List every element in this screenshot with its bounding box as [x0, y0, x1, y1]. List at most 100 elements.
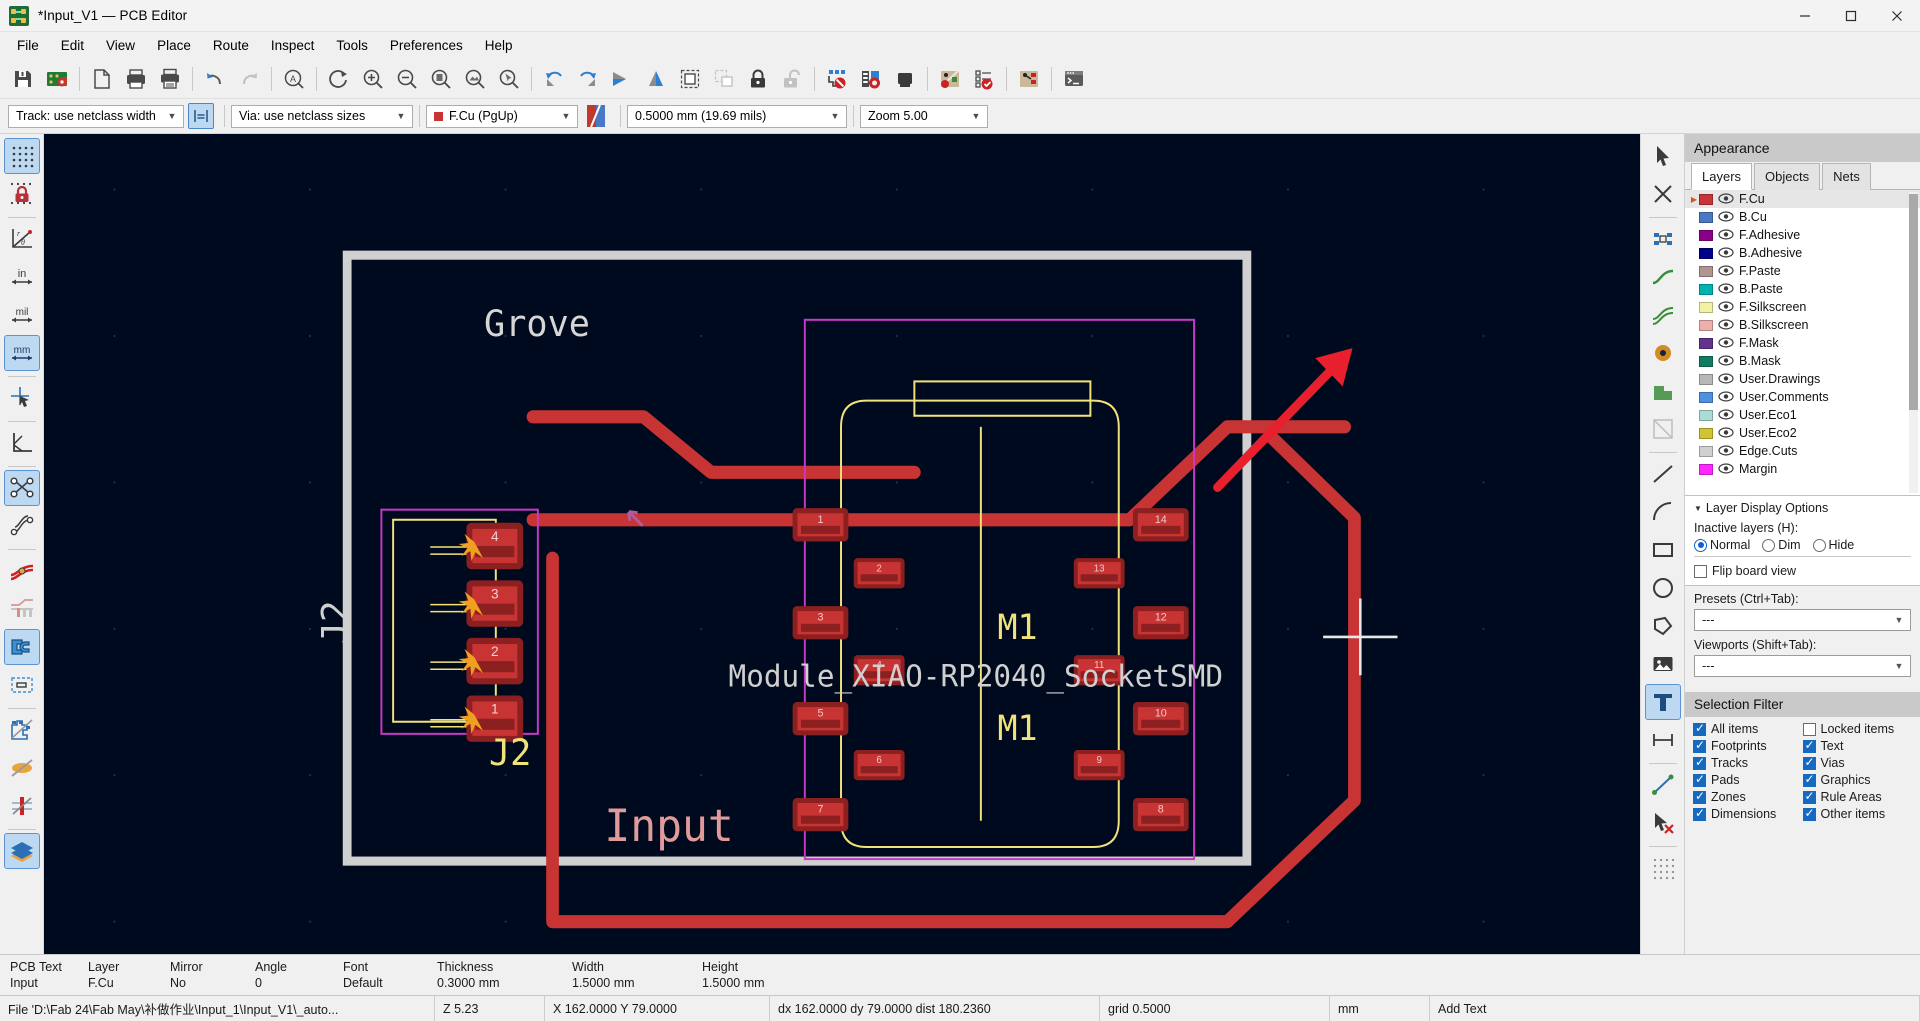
- curved-ratsnest-icon[interactable]: [4, 508, 40, 544]
- eye-icon[interactable]: [1718, 337, 1734, 349]
- place-footprint-icon[interactable]: [1645, 221, 1681, 257]
- eye-icon[interactable]: [1718, 211, 1734, 223]
- netlist-icon[interactable]: [933, 62, 967, 96]
- layer-row-b-mask[interactable]: B.Mask: [1685, 352, 1920, 370]
- refresh-icon[interactable]: [322, 62, 356, 96]
- eye-icon[interactable]: [1718, 301, 1734, 313]
- eye-icon[interactable]: [1718, 229, 1734, 241]
- filter-text[interactable]: Text: [1802, 738, 1913, 753]
- highlight-net-icon[interactable]: [1645, 176, 1681, 212]
- layer-row-f-silkscreen[interactable]: F.Silkscreen: [1685, 298, 1920, 316]
- draw-rectangle-icon[interactable]: [1645, 532, 1681, 568]
- menu-preferences[interactable]: Preferences: [379, 34, 474, 57]
- eye-icon[interactable]: [1718, 409, 1734, 421]
- filter-zones[interactable]: Zones: [1693, 789, 1803, 804]
- presets-selector[interactable]: --- ▼: [1694, 609, 1911, 631]
- layer-row-f-adhesive[interactable]: F.Adhesive: [1685, 226, 1920, 244]
- layer-row-user-eco1[interactable]: User.Eco1: [1685, 406, 1920, 424]
- filter-zones-checkbox[interactable]: [1693, 789, 1706, 804]
- layers-scrollbar-thumb[interactable]: [1909, 194, 1918, 410]
- full-crosshair-icon[interactable]: [4, 380, 40, 416]
- zoom-fit-objects-icon[interactable]: [458, 62, 492, 96]
- track-width-selector[interactable]: Track: use netclass width ▼: [8, 104, 184, 128]
- flip-board-view-checkbox[interactable]: [1694, 564, 1707, 578]
- units-inch-icon[interactable]: in: [4, 259, 40, 295]
- hide-vias-icon[interactable]: [4, 788, 40, 824]
- filter-tracks[interactable]: Tracks: [1693, 755, 1803, 770]
- mirror-vertical-icon[interactable]: [639, 62, 673, 96]
- menu-place[interactable]: Place: [146, 34, 202, 57]
- layer-color-swatch[interactable]: [1699, 319, 1713, 331]
- zoom-out-icon[interactable]: [390, 62, 424, 96]
- filter-pads[interactable]: Pads: [1693, 772, 1803, 787]
- show-ratsnest-icon[interactable]: [3, 470, 40, 506]
- eye-icon[interactable]: [1718, 445, 1734, 457]
- layer-color-swatch[interactable]: [1699, 409, 1713, 421]
- flip-horizontal-icon[interactable]: [605, 62, 639, 96]
- redo-icon[interactable]: [232, 62, 266, 96]
- route-differential-pair-icon[interactable]: [1645, 297, 1681, 333]
- layer-color-swatch[interactable]: [1699, 247, 1713, 259]
- filter-locked-items-checkbox[interactable]: [1802, 722, 1816, 736]
- layers-manager-icon[interactable]: [3, 833, 40, 869]
- layer-row-f-paste[interactable]: F.Paste: [1685, 262, 1920, 280]
- menu-inspect[interactable]: Inspect: [260, 34, 326, 57]
- menu-help[interactable]: Help: [474, 34, 524, 57]
- zone-outline-mode-icon[interactable]: [4, 667, 40, 703]
- layer-row-edge-cuts[interactable]: Edge.Cuts: [1685, 442, 1920, 460]
- eye-icon[interactable]: [1718, 355, 1734, 367]
- route-tracks-icon[interactable]: [1645, 259, 1681, 295]
- pcb-canvas-svg[interactable]: 1 3 5 7 2 4 6 14 12 10 8 13 11 9 4 3 2 1…: [44, 134, 1640, 954]
- plot-icon[interactable]: [153, 62, 187, 96]
- grid-size-selector[interactable]: 0.5000 mm (19.69 mils) ▼: [627, 104, 847, 128]
- filter-vias-checkbox[interactable]: [1802, 755, 1816, 770]
- show-drawing-sheet-icon[interactable]: [4, 425, 40, 461]
- viewports-selector[interactable]: --- ▼: [1694, 655, 1911, 677]
- add-zone-icon[interactable]: [1645, 373, 1681, 409]
- save-icon[interactable]: [6, 62, 40, 96]
- scripting-console-icon[interactable]: [1057, 62, 1091, 96]
- radio-hide[interactable]: [1812, 538, 1826, 552]
- draw-arc-icon[interactable]: [1645, 494, 1681, 530]
- maximize-icon[interactable]: [1828, 0, 1874, 32]
- footprint-checker-icon[interactable]: [854, 62, 888, 96]
- layers-scrollbar[interactable]: [1909, 192, 1918, 493]
- menu-view[interactable]: View: [95, 34, 146, 57]
- layer-color-swatch[interactable]: [1699, 391, 1713, 403]
- update-pcb-icon[interactable]: [1012, 62, 1046, 96]
- eye-icon[interactable]: [1718, 265, 1734, 277]
- undo-icon[interactable]: [198, 62, 232, 96]
- layer-color-swatch[interactable]: [1699, 427, 1713, 439]
- menu-file[interactable]: File: [6, 34, 50, 57]
- add-rule-area-icon[interactable]: [1645, 411, 1681, 447]
- filter-text-checkbox[interactable]: [1802, 738, 1816, 753]
- zoom-in-icon[interactable]: [356, 62, 390, 96]
- grid-toggle-icon[interactable]: [3, 138, 40, 174]
- layer-row-user-comments[interactable]: User.Comments: [1685, 388, 1920, 406]
- filter-rule-areas-checkbox[interactable]: [1802, 789, 1816, 804]
- pad-fill-mode-icon[interactable]: [3, 629, 40, 665]
- filter-other-items-checkbox[interactable]: [1802, 806, 1816, 821]
- filter-all-items-checkbox[interactable]: [1693, 721, 1706, 736]
- layer-color-swatch[interactable]: [1699, 265, 1713, 277]
- radio-normal[interactable]: [1694, 538, 1707, 552]
- layer-display-options-header[interactable]: ▼ Layer Display Options: [1694, 501, 1911, 515]
- close-icon[interactable]: [1874, 0, 1920, 32]
- zoom-fit-page-icon[interactable]: [424, 62, 458, 96]
- board-setup-icon[interactable]: [40, 62, 74, 96]
- active-layer-selector[interactable]: F.Cu (PgUp) ▼: [426, 104, 578, 128]
- filter-graphics[interactable]: Graphics: [1802, 772, 1913, 787]
- no-zone-fill-icon[interactable]: [4, 750, 40, 786]
- grid-lock-icon[interactable]: [4, 176, 40, 212]
- layer-color-swatch[interactable]: [1699, 229, 1713, 241]
- eye-icon[interactable]: [1718, 427, 1734, 439]
- layer-color-swatch[interactable]: [1699, 463, 1713, 475]
- eye-icon[interactable]: [1718, 283, 1734, 295]
- menu-route[interactable]: Route: [202, 34, 260, 57]
- layer-row-b-cu[interactable]: B.Cu: [1685, 208, 1920, 226]
- zoom-selector[interactable]: Zoom 5.00 ▼: [860, 104, 988, 128]
- filter-footprints-checkbox[interactable]: [1693, 738, 1706, 753]
- add-text-icon[interactable]: [1644, 684, 1681, 720]
- find-icon[interactable]: A: [277, 62, 311, 96]
- delete-tool-icon[interactable]: [1645, 805, 1681, 841]
